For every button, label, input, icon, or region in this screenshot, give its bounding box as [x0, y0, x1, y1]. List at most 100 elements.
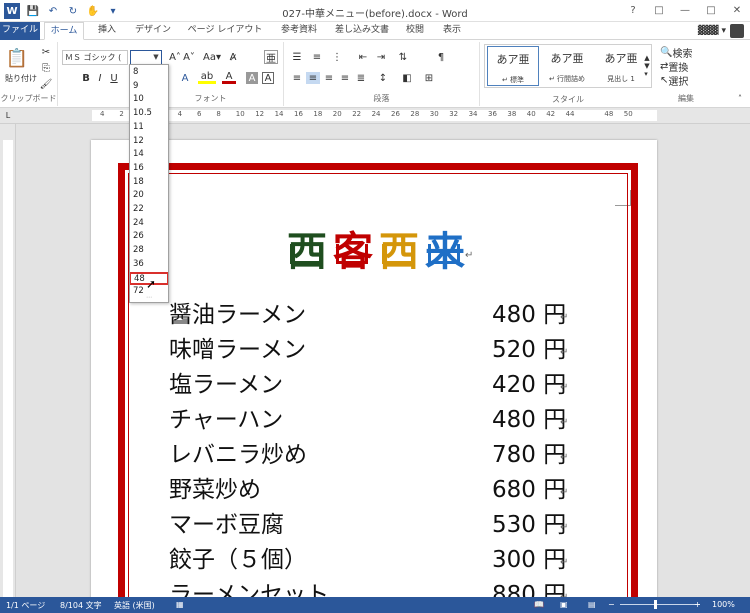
- increase-indent-icon[interactable]: ⇥: [374, 50, 388, 64]
- char-shading-icon[interactable]: A: [246, 72, 258, 84]
- align-center-icon[interactable]: ≡: [306, 72, 320, 84]
- font-size-option[interactable]: 16: [130, 162, 168, 176]
- shrink-font-icon[interactable]: A˅: [182, 50, 196, 64]
- language-indicator[interactable]: 英語 (米国): [114, 600, 155, 611]
- decrease-indent-icon[interactable]: ⇤: [356, 50, 370, 64]
- zoom-slider[interactable]: [620, 604, 700, 605]
- font-size-option[interactable]: 9: [130, 80, 168, 94]
- underline-icon[interactable]: U: [108, 72, 120, 84]
- font-size-option[interactable]: 28: [130, 244, 168, 258]
- zoom-in-icon[interactable]: +: [694, 600, 701, 609]
- find-button[interactable]: 🔍 検索: [660, 46, 712, 60]
- char-border-icon[interactable]: A: [262, 72, 274, 84]
- menu-row[interactable]: チャーハン 480 円 ↵: [169, 403, 579, 438]
- tab-selector-icon[interactable]: L: [3, 110, 13, 120]
- font-size-option[interactable]: 14: [130, 148, 168, 162]
- style-heading-1[interactable]: あア亜 見出し 1: [595, 46, 647, 86]
- chevron-down-icon[interactable]: ▼: [151, 51, 161, 64]
- zoom-out-icon[interactable]: −: [608, 600, 615, 609]
- multilevel-list-icon[interactable]: ⋮: [330, 50, 344, 64]
- shading-icon[interactable]: ◧: [400, 72, 414, 84]
- tab-design[interactable]: デザイン: [130, 22, 176, 40]
- text-effects-icon[interactable]: A: [178, 72, 192, 84]
- align-left-icon[interactable]: ≡: [290, 72, 304, 84]
- font-size-input[interactable]: ▼: [130, 50, 162, 65]
- tab-review[interactable]: 校閲: [398, 22, 432, 40]
- tab-view[interactable]: 表示: [434, 22, 470, 40]
- italic-icon[interactable]: I: [94, 72, 106, 84]
- font-size-option[interactable]: 12: [130, 135, 168, 149]
- bullets-icon[interactable]: ☰: [290, 50, 304, 64]
- show-marks-icon[interactable]: ¶: [434, 50, 448, 64]
- minimize-button[interactable]: —: [672, 0, 698, 20]
- clear-format-icon[interactable]: A̷: [226, 50, 240, 64]
- document-page[interactable]: 西 客 西 来 ↵ 醤油ラーメン 480 円 ↵ 味噌ラーメン 520 円 ↵ 塩ラーメン 4…: [91, 140, 657, 597]
- font-size-option[interactable]: 8: [130, 66, 168, 80]
- format-painter-icon[interactable]: 🖌: [40, 78, 53, 90]
- justify-icon[interactable]: ≡: [338, 72, 352, 84]
- touch-mode-icon[interactable]: ✋: [86, 4, 100, 18]
- change-case-icon[interactable]: Aa▾: [202, 50, 222, 64]
- highlight-icon[interactable]: ab: [198, 71, 216, 84]
- enclosed-char-icon[interactable]: 亜: [264, 50, 278, 65]
- font-size-option[interactable]: 11: [130, 121, 168, 135]
- font-size-option[interactable]: 18: [130, 176, 168, 190]
- collapse-ribbon-icon[interactable]: ˄: [734, 92, 746, 104]
- copy-icon[interactable]: ⎘: [40, 62, 52, 74]
- font-name-input[interactable]: ＭＳ ゴシック (: [62, 50, 128, 65]
- numbering-icon[interactable]: ≡: [310, 50, 324, 64]
- paste-button[interactable]: 貼り付け: [2, 72, 40, 84]
- menu-row[interactable]: 味噌ラーメン 520 円 ↵: [169, 333, 579, 368]
- tab-page-layout[interactable]: ページ レイアウト: [180, 22, 270, 40]
- save-icon[interactable]: 💾: [26, 4, 40, 18]
- menu-row[interactable]: ラーメンセット 880 円↵: [169, 578, 579, 597]
- font-color-icon[interactable]: A: [222, 71, 236, 84]
- read-mode-icon[interactable]: 📖: [534, 600, 544, 609]
- font-size-option[interactable]: 26: [130, 230, 168, 244]
- font-size-option[interactable]: 10: [130, 93, 168, 107]
- customize-qat-icon[interactable]: ▾: [106, 4, 120, 18]
- zoom-thumb[interactable]: [654, 600, 657, 609]
- user-account[interactable]: ▓▓▓ ▾: [698, 24, 744, 38]
- font-size-option[interactable]: 10.5: [130, 107, 168, 121]
- menu-row[interactable]: レバニラ炒め 780 円 ↵: [169, 438, 579, 473]
- restaurant-name-heading[interactable]: 西 客 西 来: [284, 226, 474, 278]
- select-button[interactable]: ↖ 選択: [660, 74, 712, 88]
- replace-button[interactable]: ⇄ 置換: [660, 60, 712, 74]
- menu-row[interactable]: 塩ラーメン 420 円 ↵: [169, 368, 579, 403]
- tab-mailings[interactable]: 差し込み文書: [328, 22, 396, 40]
- paste-icon[interactable]: 📋: [6, 46, 28, 70]
- line-spacing-icon[interactable]: ↕: [376, 72, 390, 84]
- horizontal-ruler[interactable]: L 42246810121416182022242628303234363840…: [0, 108, 750, 124]
- tab-references[interactable]: 参考資料: [274, 22, 324, 40]
- grow-font-icon[interactable]: A˄: [168, 50, 182, 64]
- align-right-icon[interactable]: ≡: [322, 72, 336, 84]
- undo-icon[interactable]: ↶: [46, 4, 60, 18]
- tab-insert[interactable]: 挿入: [88, 22, 126, 40]
- font-size-option[interactable]: 24: [130, 217, 168, 231]
- bold-icon[interactable]: B: [80, 72, 92, 84]
- menu-row[interactable]: マーボ豆腐 530 円 ↵: [169, 508, 579, 543]
- macro-record-icon[interactable]: ▦: [176, 600, 184, 609]
- resize-grip-icon[interactable]: ⋯: [146, 294, 152, 301]
- document-canvas[interactable]: 西 客 西 来 ↵ 醤油ラーメン 480 円 ↵ 味噌ラーメン 520 円 ↵ 塩ラーメン 4…: [16, 124, 750, 597]
- vertical-ruler[interactable]: [0, 124, 16, 600]
- font-size-option[interactable]: 20: [130, 189, 168, 203]
- redo-icon[interactable]: ↻: [66, 4, 80, 18]
- tab-file[interactable]: ファイル: [0, 22, 40, 40]
- menu-row[interactable]: 餃子（５個） 300 円 ↵: [169, 543, 579, 578]
- cut-icon[interactable]: ✂: [40, 46, 52, 58]
- web-layout-icon[interactable]: ▤: [588, 600, 596, 609]
- font-size-option[interactable]: 22: [130, 203, 168, 217]
- zoom-level[interactable]: 100%: [712, 600, 735, 609]
- distributed-icon[interactable]: ≣: [354, 72, 368, 84]
- close-button[interactable]: ✕: [724, 0, 750, 20]
- borders-icon[interactable]: ⊞: [422, 72, 436, 84]
- style-no-spacing[interactable]: あア亜 ↵ 行間詰め: [541, 46, 593, 86]
- sort-icon[interactable]: ⇅: [396, 50, 410, 64]
- menu-row[interactable]: 醤油ラーメン 480 円 ↵: [169, 298, 579, 333]
- page-count[interactable]: 1/1 ページ: [6, 600, 45, 611]
- style-normal[interactable]: あア亜 ↵ 標準: [487, 46, 539, 86]
- ribbon-display-button[interactable]: □: [646, 0, 672, 20]
- maximize-button[interactable]: □: [698, 0, 724, 20]
